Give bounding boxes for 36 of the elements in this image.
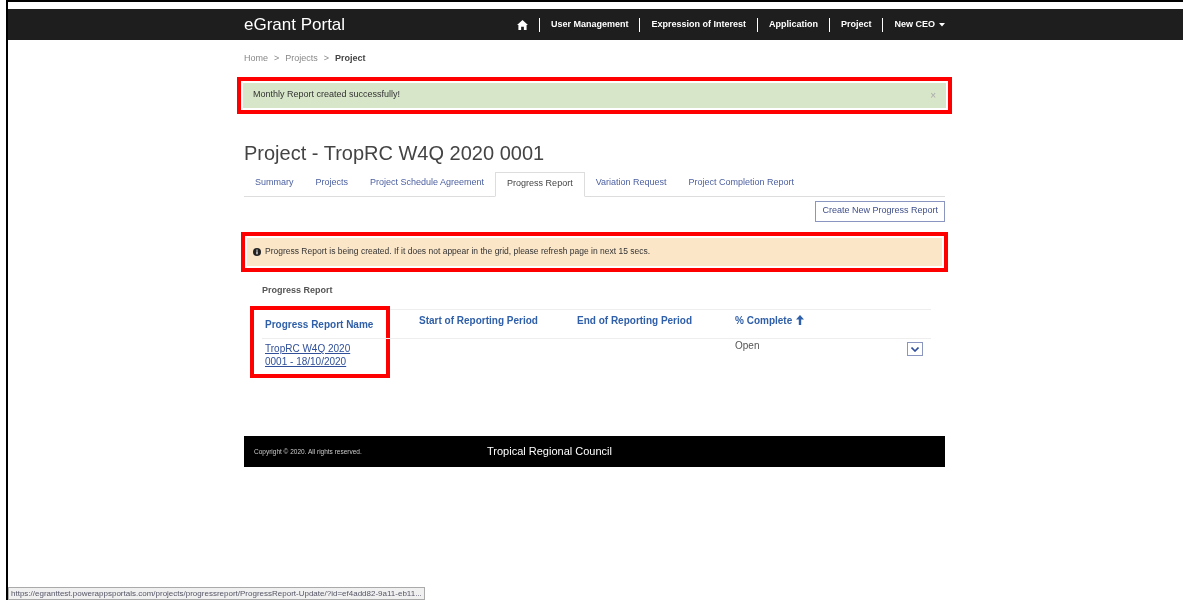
council-name: Tropical Regional Council [487, 444, 612, 460]
brand-title: eGrant Portal [244, 13, 346, 36]
breadcrumb-link[interactable]: Project [335, 52, 366, 66]
column-header[interactable]: Progress Report Name [262, 310, 378, 338]
home-icon[interactable] [516, 19, 528, 30]
tab[interactable]: Summary [244, 170, 305, 196]
column-header[interactable]: Start of Reporting Period [416, 306, 541, 334]
column-header[interactable]: % Complete [732, 306, 808, 334]
alert-message: Progress Report is being created. If it does not appear in the grid, please refresh page in next 15 secs. [265, 245, 651, 258]
info-icon [253, 247, 261, 256]
tab[interactable]: Progress Report [495, 171, 585, 197]
table-title: Progress Report [262, 283, 334, 297]
tab[interactable]: Variation Request [584, 170, 678, 196]
alert-message: Monthly Report created successfully! [253, 88, 401, 102]
column-header[interactable]: End of Reporting Period [574, 306, 695, 334]
table-cell: Open [735, 340, 760, 351]
breadcrumb-link[interactable]: Projects [285, 52, 318, 66]
arrow-up-icon [796, 315, 805, 325]
nav-link[interactable]: Expression of Interest [651, 17, 746, 32]
tab[interactable]: Projects [304, 170, 360, 196]
nav-link[interactable]: Application [768, 17, 818, 32]
tab[interactable]: Project Schedule Agreement [359, 170, 496, 196]
page-title: Project - TropRC W4Q 2020 0001 [244, 140, 546, 166]
nav-link[interactable]: User Management [550, 17, 629, 32]
nav-link[interactable]: Project [840, 17, 872, 32]
caret-icon [939, 22, 945, 27]
status-bar: https://egranttest.powerappsportals.com/projects/progressreport/ProgressReport-Update/?id=ef4add82-9a11-eb11... [8, 587, 425, 600]
breadcrumb-separator: > [274, 52, 280, 65]
chevron-down-icon [911, 346, 919, 352]
row-menu-button[interactable] [907, 342, 923, 356]
tab[interactable]: Project Completion Report [677, 170, 806, 196]
breadcrumb-link[interactable]: Home [244, 52, 268, 66]
nav-dropdown[interactable]: New CEO [894, 17, 945, 32]
breadcrumb-separator: > [323, 52, 330, 65]
create-report-button[interactable]: Create New Progress Report [815, 200, 945, 222]
report-link[interactable]: TropRC W4Q 2020 0001 - 18/10/2020 [265, 342, 375, 368]
